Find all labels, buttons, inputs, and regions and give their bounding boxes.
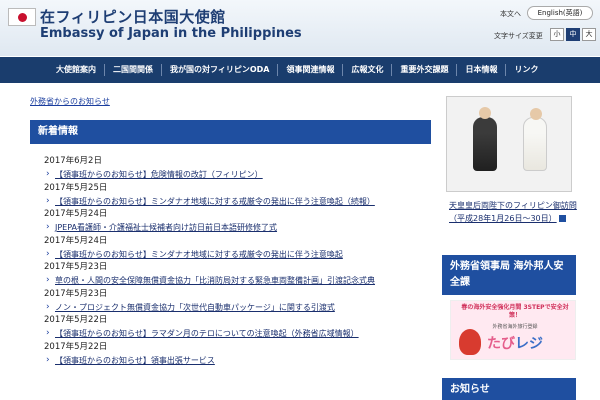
news-date: 2017年5月23日 [44,288,108,299]
external-link-icon [558,215,566,222]
font-size-large-button[interactable]: 大 [582,28,596,41]
banner-subtitle: 外務省海外旅行登録 [492,324,538,330]
news-date: 2017年5月23日 [44,262,108,272]
list-item: 2017年5月22日 【領事班からのお知らせ】ラマダン月のテロについての注意喚起… [44,314,429,341]
site-header: 在フィリピン日本国大使館 Embassy of Japan in the Phi… [0,0,600,56]
news-date: 2017年5月25日 [44,182,108,193]
news-link[interactable]: 【領事班からのお知らせ】ラマダン月のテロについての注意喚起（外務省広域情報） [44,327,429,340]
font-size-small-button[interactable]: 小 [550,28,564,41]
list-item: 2017年5月24日 JPEPA看護師・介護福祉士候補者向け訪日前日本語研修修了… [44,208,429,235]
main-nav: 大使館案内 二国間関係 我が国の対フィリピンODA 領事関連情報 広報文化 重要… [0,57,600,83]
imperial-visit-link[interactable]: 天皇皇后両陛下のフィリピン御訪問（平成28年1月26日〜30日） [449,199,577,225]
news-date: 2017年5月24日 [44,235,108,246]
list-item: 2017年5月23日 草の根・人間の安全保障無償資金協力「比消防局対する緊急車両… [44,261,429,288]
news-date: 2017年5月24日 [44,209,108,219]
list-item: 2017年5月22日 【領事班からのお知らせ】領事出張サービス [44,341,429,368]
news-date: 2017年5月22日 [44,315,108,325]
nav-item-diplomacy[interactable]: 重要外交課題 [392,64,458,76]
empress-figure [523,108,547,171]
skip-to-content-link[interactable]: 本文へ [500,9,521,19]
imperial-visit-photo[interactable] [446,96,572,192]
nav-item-japan-info[interactable]: 日本情報 [457,64,507,76]
mofa-notice-link[interactable]: 外務省からのお知らせ [30,96,110,107]
news-heading: 新着情報 [30,120,431,144]
site-title-jp[interactable]: 在フィリピン日本国大使館 [40,6,226,27]
list-item: 2017年5月25日 【領事班からのお知らせ】ミンダナオ地域に対する戒厳令の発出… [44,182,429,209]
news-link[interactable]: ノン・プロジェクト無償資金協力「次世代自動車パッケージ」に関する引渡式 [44,301,429,314]
notice-heading: お知らせ [442,378,576,400]
nav-item-about[interactable]: 大使館案内 [48,64,105,76]
list-item: 2017年5月24日 【領事班からのお知らせ】ミンダナオ地域に対する戒厳令の発出… [44,235,429,262]
nav-item-links[interactable]: リンク [506,64,546,76]
news-link[interactable]: 草の根・人間の安全保障無償資金協力「比消防局対する緊急車両整備計画」引渡記念式典 [44,274,429,287]
japan-flag-icon [8,8,36,26]
emperor-figure [473,107,497,171]
news-list: 2017年6月2日 【領事班からのお知らせ】危険情報の改訂（フィリピン） 201… [44,155,429,367]
news-link[interactable]: JPEPA看護師・介護福祉士候補者向け訪日前日本語研修修了式 [44,221,429,234]
news-link[interactable]: 【領事班からのお知らせ】危険情報の改訂（フィリピン） [44,168,429,181]
font-size-medium-button[interactable]: 中 [566,28,580,41]
banner-campaign-text: 春の海外安全強化月間 3STEPで安全対策！ [461,304,569,319]
font-size-label: 文字サイズ変更 [494,32,543,40]
nav-item-consular[interactable]: 領事関連情報 [278,64,344,76]
tabireji-banner[interactable]: 春の海外安全強化月間 3STEPで安全対策！ 外務省海外旅行登録 たびレジ [450,300,576,360]
news-date: 2017年5月22日 [44,341,108,352]
nav-item-culture[interactable]: 広報文化 [343,64,393,76]
site-title-en[interactable]: Embassy of Japan in the Philippines [40,26,302,41]
list-item: 2017年6月2日 【領事班からのお知らせ】危険情報の改訂（フィリピン） [44,155,429,182]
news-date: 2017年6月2日 [44,156,102,166]
news-link[interactable]: 【領事班からのお知らせ】領事出張サービス [44,354,429,367]
news-link[interactable]: 【領事班からのお知らせ】ミンダナオ地域に対する戒厳令の発出に伴う注意喚起（続報） [44,195,429,208]
news-link[interactable]: 【領事班からのお知らせ】ミンダナオ地域に対する戒厳令の発出に伴う注意喚起 [44,248,429,261]
english-button[interactable]: English(英語) [527,6,593,20]
consular-safety-heading[interactable]: 外務省領事局 海外邦人安全課 [442,255,576,295]
list-item: 2017年5月23日 ノン・プロジェクト無償資金協力「次世代自動車パッケージ」に… [44,288,429,315]
nav-item-bilateral[interactable]: 二国間関係 [105,64,162,76]
tabireji-logo: たびレジ [487,336,543,352]
mascot-icon [459,329,481,355]
nav-item-oda[interactable]: 我が国の対フィリピンODA [162,64,279,76]
